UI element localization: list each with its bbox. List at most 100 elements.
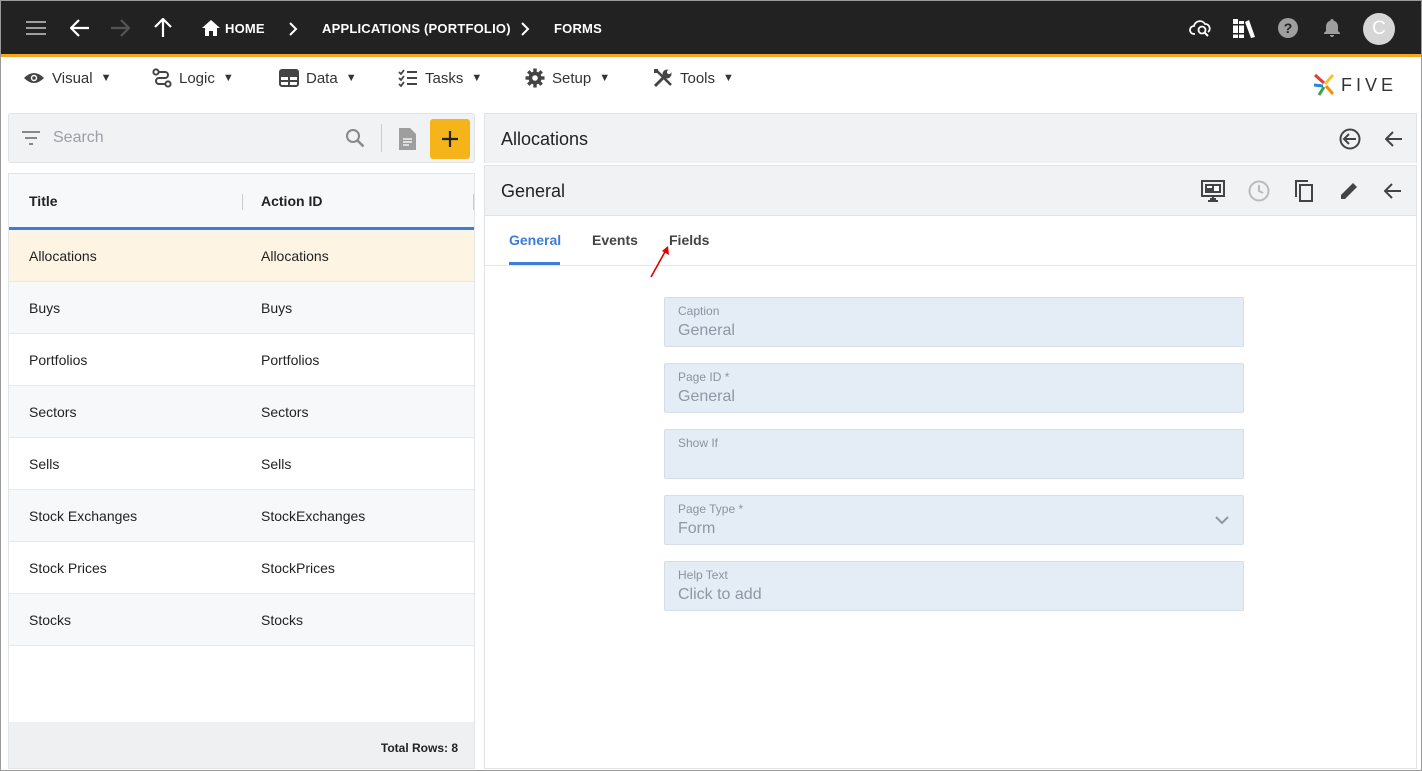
annotation-arrow-icon <box>650 246 669 278</box>
table-row[interactable]: Stocks Stocks <box>9 594 474 646</box>
menu-logic[interactable]: Logic ▼ <box>152 65 234 91</box>
form-panel: General General Events Fields Caption Ge… <box>484 165 1417 769</box>
preview-screen-icon[interactable] <box>1200 178 1226 204</box>
caret-down-icon: ▼ <box>599 72 611 84</box>
menu-bar: Visual ▼ Logic ▼ Data ▼ Tasks ▼ Setup ▼ … <box>1 60 1421 110</box>
table-row[interactable]: Allocations Allocations <box>9 230 474 282</box>
menu-setup-label: Setup <box>552 69 592 87</box>
caret-down-icon: ▼ <box>345 72 357 84</box>
breadcrumb-home[interactable]: HOME <box>225 21 265 36</box>
page-type-value: Form <box>678 520 716 537</box>
table-row[interactable]: Portfolios Portfolios <box>9 334 474 386</box>
back-icon[interactable] <box>1380 178 1406 204</box>
table-row[interactable]: Stock Prices StockPrices <box>9 542 474 594</box>
five-logo: FIVE <box>1313 73 1397 97</box>
caret-down-icon: ▼ <box>723 72 734 84</box>
five-logo-mark-icon <box>1313 73 1335 96</box>
back-icon[interactable] <box>1381 126 1407 152</box>
search-input[interactable]: Search <box>53 129 104 147</box>
column-header-action-id[interactable]: Action ID <box>261 193 322 209</box>
form-title: General <box>501 181 566 201</box>
help-icon[interactable]: ? <box>1275 15 1301 41</box>
page-title: Allocations <box>501 129 589 149</box>
show-if-field[interactable]: Show If <box>664 429 1244 479</box>
menu-data[interactable]: Data ▼ <box>279 65 357 91</box>
row-action-id: Sectors <box>261 404 309 420</box>
table-row[interactable]: Stock Exchanges StockExchanges <box>9 490 474 542</box>
menu-tools[interactable]: Tools ▼ <box>653 65 734 91</box>
table-icon <box>279 69 299 87</box>
menu-data-label: Data <box>306 69 338 87</box>
column-header-title[interactable]: Title <box>29 193 58 209</box>
page-type-select[interactable]: Page Type * Form <box>664 495 1244 545</box>
tasks-icon <box>398 69 417 87</box>
exit-icon[interactable] <box>1337 126 1363 152</box>
menu-visual[interactable]: Visual ▼ <box>23 65 111 91</box>
menu-icon[interactable] <box>23 15 49 41</box>
row-title: Stock Prices <box>29 560 107 576</box>
menu-tasks[interactable]: Tasks ▼ <box>398 65 482 91</box>
row-title: Allocations <box>29 248 97 264</box>
history-clock-icon[interactable] <box>1246 178 1272 204</box>
row-title: Sells <box>29 456 60 472</box>
caption-field[interactable]: Caption General <box>664 297 1244 347</box>
breadcrumb-forms[interactable]: FORMS <box>554 21 602 36</box>
up-arrow-icon[interactable] <box>150 15 176 41</box>
tab-fields[interactable]: Fields <box>669 232 709 248</box>
row-action-id: Buys <box>261 300 293 316</box>
filter-icon[interactable] <box>21 130 41 146</box>
menu-logic-label: Logic <box>179 69 215 87</box>
page-id-label: Page ID * <box>678 370 730 384</box>
eye-icon <box>24 73 44 83</box>
active-tab-indicator <box>509 262 560 265</box>
breadcrumb-applications[interactable]: APPLICATIONS (PORTFOLIO) <box>322 21 511 36</box>
search-bar: Search <box>8 113 475 163</box>
back-arrow-icon[interactable] <box>67 15 93 41</box>
search-icon[interactable] <box>345 128 365 148</box>
five-logo-text: FIVE <box>1341 74 1398 95</box>
total-rows: Total Rows: 8 <box>9 722 474 768</box>
menu-setup[interactable]: Setup ▼ <box>525 65 610 91</box>
tools-icon <box>653 69 672 88</box>
column-divider[interactable] <box>242 194 243 210</box>
cloud-search-icon[interactable] <box>1188 15 1214 41</box>
list-header: Title Action ID <box>9 174 474 230</box>
help-text-field[interactable]: Help Text Click to add <box>664 561 1244 611</box>
library-icon[interactable] <box>1231 15 1257 41</box>
show-if-label: Show If <box>678 436 719 450</box>
caret-down-icon: ▼ <box>100 72 112 84</box>
caption-label: Caption <box>678 304 720 318</box>
row-action-id: StockExchanges <box>261 508 366 524</box>
avatar[interactable]: C <box>1363 13 1395 45</box>
table-row[interactable]: Buys Buys <box>9 282 474 334</box>
home-icon[interactable] <box>198 15 224 41</box>
add-button[interactable] <box>430 119 470 159</box>
column-divider[interactable] <box>473 194 474 210</box>
menu-tasks-label: Tasks <box>425 69 464 87</box>
chevron-down-icon <box>1215 516 1229 525</box>
caption-value: General <box>678 322 735 339</box>
row-action-id: Allocations <box>261 248 329 264</box>
table-row[interactable]: Sectors Sectors <box>9 386 474 438</box>
table-row[interactable]: Sells Sells <box>9 438 474 490</box>
plus-icon <box>442 131 458 147</box>
row-action-id: Sells <box>261 456 292 472</box>
row-title: Buys <box>29 300 61 316</box>
edit-pencil-icon[interactable] <box>1336 178 1362 204</box>
tab-general[interactable]: General <box>509 232 561 248</box>
copy-icon[interactable] <box>1291 178 1317 204</box>
tab-events[interactable]: Events <box>592 232 638 248</box>
menu-tools-label: Tools <box>680 69 716 87</box>
row-action-id: Stocks <box>261 612 304 628</box>
document-icon[interactable] <box>397 127 417 151</box>
row-title: Stocks <box>29 612 72 628</box>
page-id-field[interactable]: Page ID * General <box>664 363 1244 413</box>
top-bar: HOME APPLICATIONS (PORTFOLIO) FORMS ? C <box>1 1 1421 57</box>
logic-icon <box>152 68 172 88</box>
row-title: Sectors <box>29 404 77 420</box>
bell-icon[interactable] <box>1319 15 1345 41</box>
help-text-label: Help Text <box>678 568 728 582</box>
divider <box>381 124 382 152</box>
forward-arrow-icon[interactable] <box>107 15 133 41</box>
page-id-value: General <box>678 388 735 405</box>
